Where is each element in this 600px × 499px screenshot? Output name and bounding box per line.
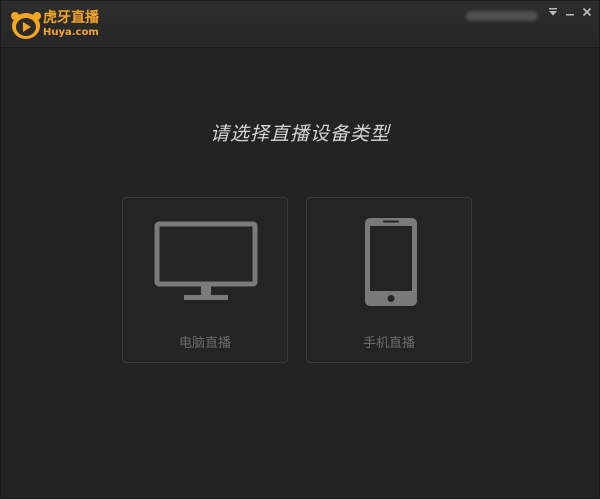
app-window: 虎牙直播 Huya.com 请选择直播设备类型 电脑直播 手机直播: [0, 0, 600, 499]
monitor-icon: [154, 221, 258, 300]
menu-button[interactable]: [546, 5, 560, 19]
title-bar[interactable]: 虎牙直播 Huya.com: [1, 1, 599, 48]
minimize-icon: [566, 14, 574, 16]
mobile-live-label: 手机直播: [362, 336, 415, 351]
pc-live-label: 电脑直播: [178, 336, 231, 351]
huya-logo: 虎牙直播 Huya.com: [10, 8, 106, 42]
close-icon: [582, 7, 592, 17]
pc-live-option[interactable]: 电脑直播: [122, 197, 288, 363]
smartphone-icon: [365, 218, 417, 306]
username-blurred: [466, 11, 538, 21]
page-title: 请选择直播设备类型: [209, 123, 390, 145]
logo-brand-name: 虎牙直播: [43, 10, 99, 26]
tiger-logo-icon: [11, 12, 41, 39]
mobile-live-option[interactable]: 手机直播: [306, 197, 472, 363]
close-button[interactable]: [580, 5, 594, 19]
dropdown-menu-icon: [549, 8, 557, 16]
minimize-button[interactable]: [563, 5, 577, 19]
logo-domain: Huya.com: [43, 27, 99, 38]
